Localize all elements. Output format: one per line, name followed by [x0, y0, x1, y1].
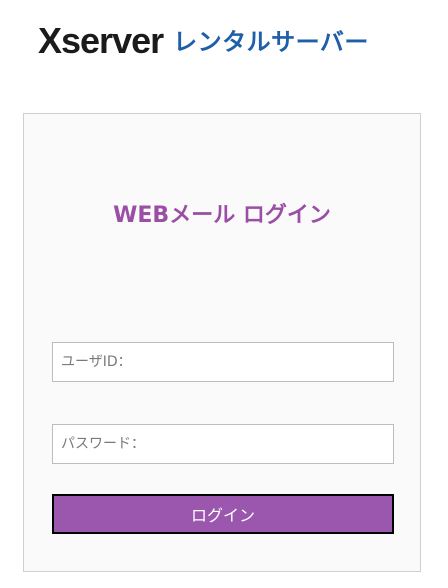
user-id-input[interactable]: [52, 342, 394, 382]
brand-logo: Xserver レンタルサーバー: [38, 22, 369, 62]
login-page: Xserver レンタルサーバー WEBメール ログイン ログイン: [0, 0, 448, 588]
login-title: WEBメール ログイン: [113, 203, 331, 228]
login-panel: WEBメール ログイン ログイン: [23, 113, 421, 572]
product-name: レンタルサーバー: [173, 28, 369, 56]
xserver-logo: Xserver: [38, 20, 164, 61]
login-button[interactable]: ログイン: [52, 494, 394, 534]
password-input[interactable]: [52, 424, 394, 464]
